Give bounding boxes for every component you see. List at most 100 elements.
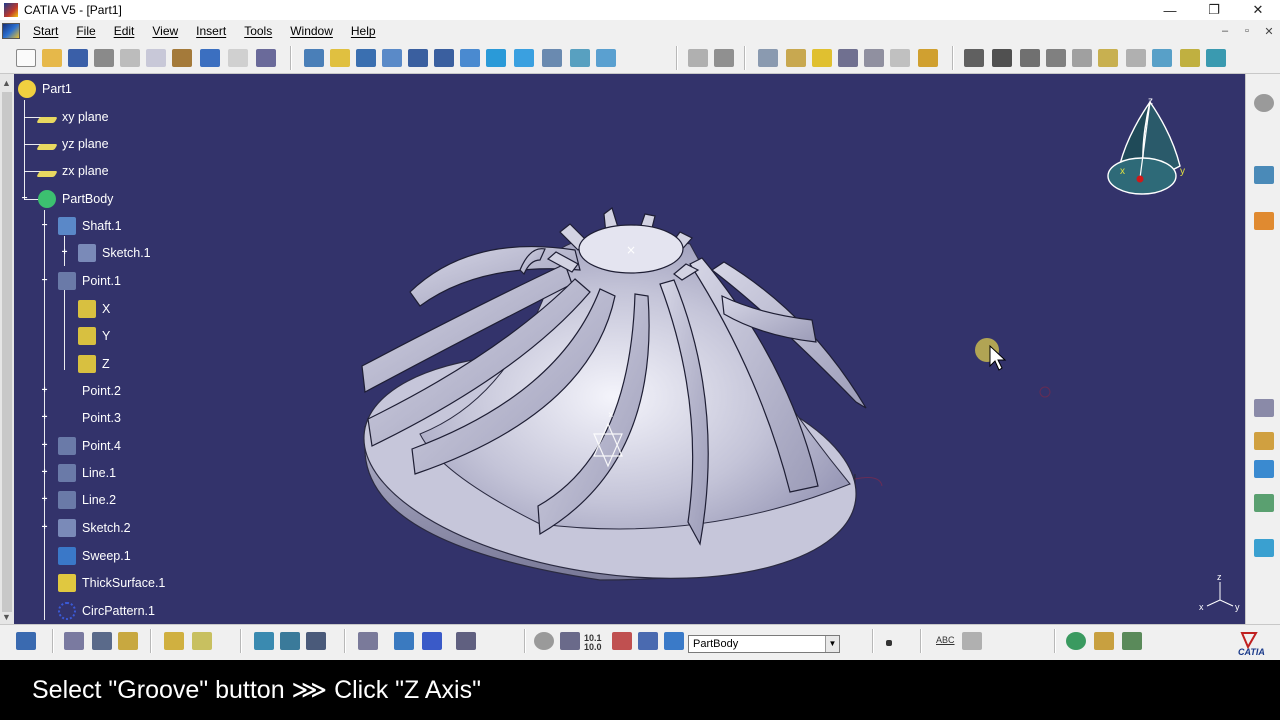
select-icon[interactable] — [1254, 212, 1274, 230]
menu-window[interactable]: Window — [281, 20, 342, 42]
expand-icon[interactable]: + — [60, 248, 69, 258]
print-icon[interactable] — [94, 49, 114, 67]
restore-button[interactable]: ❐ — [1192, 0, 1236, 20]
expand-icon[interactable]: + — [40, 523, 49, 533]
menu-insert[interactable]: Insert — [187, 20, 235, 42]
close-surface-icon[interactable] — [1180, 49, 1200, 67]
tree-item-point-4[interactable]: Point.4 — [58, 435, 121, 457]
menu-file[interactable]: File — [67, 20, 104, 42]
scroll-down-icon[interactable]: ▼ — [2, 612, 11, 622]
menu-tools[interactable]: Tools — [235, 20, 281, 42]
wireframe-icon[interactable] — [192, 632, 212, 650]
tree-item-thicksurface-1[interactable]: ThickSurface.1 — [58, 572, 165, 594]
power-copy-icon[interactable] — [1094, 632, 1114, 650]
expand-icon[interactable]: + — [40, 413, 49, 423]
expand-icon[interactable]: + — [40, 386, 49, 396]
assemble-icon[interactable] — [1254, 460, 1274, 478]
scroll-thumb[interactable] — [2, 92, 12, 612]
compass-widget[interactable]: z x y — [1100, 94, 1190, 204]
menu-start[interactable]: Start — [24, 20, 67, 42]
expand-icon[interactable]: + — [40, 468, 49, 478]
slot-icon[interactable] — [918, 49, 938, 67]
minimize-button[interactable]: — — [1148, 0, 1192, 20]
swap-space-icon[interactable] — [596, 49, 616, 67]
fly-mode-icon[interactable] — [304, 49, 324, 67]
menu-edit[interactable]: Edit — [105, 20, 144, 42]
iso-view-icon[interactable] — [514, 49, 534, 67]
collapse-icon[interactable]: − — [40, 221, 49, 231]
flag-note-icon[interactable] — [962, 632, 982, 650]
tree-item-point-2[interactable]: Point.2 — [58, 380, 121, 402]
close-button[interactable]: ✕ — [1236, 0, 1280, 20]
hide-show-icon[interactable] — [570, 49, 590, 67]
collapse-icon[interactable]: − — [20, 194, 29, 204]
chamfer-icon[interactable] — [992, 49, 1012, 67]
tree-item-point-3[interactable]: Point.3 — [58, 407, 121, 429]
constraint-icon[interactable] — [358, 632, 378, 650]
tree-item-sketch-2[interactable]: Sketch.2 — [58, 517, 131, 539]
cut-icon[interactable] — [120, 49, 140, 67]
thread-icon[interactable] — [1098, 49, 1118, 67]
tree-item-zx-plane[interactable]: zx plane — [36, 160, 109, 182]
sketch-tools-icon[interactable] — [688, 49, 708, 67]
current-body-select[interactable]: PartBody ▼ — [688, 635, 840, 653]
thickness-icon[interactable] — [1072, 49, 1092, 67]
paste-icon[interactable] — [172, 49, 192, 67]
new-icon[interactable] — [16, 49, 36, 67]
snap-to-point-icon[interactable] — [456, 632, 476, 650]
fit-all-icon[interactable] — [330, 49, 350, 67]
tools-icon[interactable] — [16, 632, 36, 650]
datum-icon[interactable] — [638, 632, 658, 650]
tree-item-line-1[interactable]: Line.1 — [58, 462, 116, 484]
remove-icon[interactable] — [1254, 494, 1274, 512]
shell-icon[interactable] — [1046, 49, 1066, 67]
pattern-icon[interactable] — [422, 632, 442, 650]
rib-icon[interactable] — [890, 49, 910, 67]
shading-icon[interactable] — [542, 49, 562, 67]
sew-surface-icon[interactable] — [1206, 49, 1226, 67]
tree-scrollbar[interactable]: ▲ ▼ — [0, 74, 14, 624]
apply-material-icon[interactable] — [164, 632, 184, 650]
hole-icon[interactable] — [864, 49, 884, 67]
draft-icon[interactable] — [1020, 49, 1040, 67]
pad-icon[interactable] — [758, 49, 778, 67]
catalog-icon[interactable] — [394, 632, 414, 650]
chevron-down-icon[interactable]: ▼ — [825, 636, 839, 652]
split-icon[interactable] — [1126, 49, 1146, 67]
zoom-out-icon[interactable] — [434, 49, 454, 67]
tree-item-point-1[interactable]: Point.1 — [58, 270, 121, 292]
scroll-up-icon[interactable]: ▲ — [2, 78, 11, 88]
measure-between-icon[interactable] — [64, 632, 84, 650]
save-icon[interactable] — [68, 49, 88, 67]
groove-icon[interactable] — [838, 49, 858, 67]
tree-root-part1[interactable]: Part1 — [18, 78, 72, 100]
boolean-icon[interactable] — [1254, 399, 1274, 417]
multi-view-icon[interactable] — [486, 49, 506, 67]
measure-icon[interactable] — [1254, 539, 1274, 557]
tree-item-shaft-1[interactable]: Shaft.1 — [58, 215, 122, 237]
tree-item-yz-plane[interactable]: yz plane — [36, 133, 109, 155]
tree-item-param-y[interactable]: Y — [78, 325, 110, 347]
measure-item-icon[interactable] — [92, 632, 112, 650]
whats-this-icon[interactable] — [256, 49, 276, 67]
zoom-in-icon[interactable] — [408, 49, 428, 67]
tree-item-sketch-1[interactable]: Sketch.1 — [78, 242, 151, 264]
dot-icon[interactable] — [886, 640, 892, 646]
measure-inertia-icon[interactable] — [118, 632, 138, 650]
rotate-icon[interactable] — [382, 49, 402, 67]
expand-icon[interactable]: + — [40, 441, 49, 451]
fillet-icon[interactable] — [964, 49, 984, 67]
tree-item-param-x[interactable]: X — [78, 298, 110, 320]
tree-item-sweep-1[interactable]: Sweep.1 — [58, 545, 131, 567]
copy-icon[interactable] — [146, 49, 166, 67]
pan-icon[interactable] — [356, 49, 376, 67]
normal-view-icon[interactable] — [460, 49, 480, 67]
settings-gear-icon[interactable] — [1254, 94, 1274, 112]
doc-restore-button[interactable]: ▫ — [1236, 25, 1258, 37]
axis-system-icon[interactable] — [560, 632, 580, 650]
knowledge-icon[interactable] — [306, 632, 326, 650]
undo-icon[interactable] — [200, 49, 220, 67]
grid-icon[interactable] — [612, 632, 632, 650]
menu-help[interactable]: Help — [342, 20, 385, 42]
collapse-icon[interactable]: − — [40, 276, 49, 286]
